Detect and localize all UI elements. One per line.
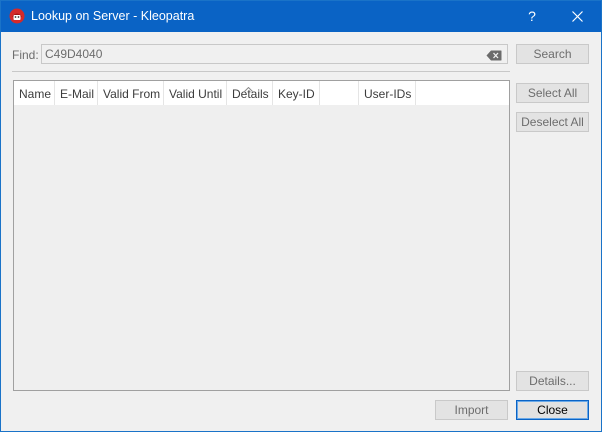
import-button[interactable]: Import (435, 400, 508, 420)
table-header: Name E-Mail Valid From Valid Until Detai… (14, 81, 509, 105)
column-header-user-ids[interactable]: User-IDs (359, 81, 416, 105)
results-table[interactable]: Name E-Mail Valid From Valid Until Detai… (13, 80, 510, 391)
clear-text-icon[interactable] (486, 48, 502, 66)
search-button[interactable]: Search (516, 44, 589, 64)
find-label: Find: (12, 48, 39, 62)
help-button[interactable]: ? (509, 1, 555, 32)
column-header-valid-until[interactable]: Valid Until (164, 81, 227, 105)
find-input[interactable]: C49D4040 (41, 44, 508, 64)
sort-indicator-icon (244, 81, 253, 95)
column-header-name[interactable]: Name (14, 81, 55, 105)
column-header-key-id[interactable]: Key-ID (273, 81, 320, 105)
window-close-button[interactable] (555, 1, 601, 32)
deselect-all-button[interactable]: Deselect All (516, 112, 589, 132)
details-button[interactable]: Details... (516, 371, 589, 391)
select-all-button[interactable]: Select All (516, 83, 589, 103)
kleopatra-app-icon (9, 8, 25, 24)
lookup-dialog: Lookup on Server - Kleopatra ? Find: C49… (0, 0, 602, 432)
separator-line (12, 71, 510, 72)
column-header-valid-from[interactable]: Valid From (98, 81, 164, 105)
window-title: Lookup on Server - Kleopatra (31, 9, 195, 23)
find-input-value: C49D4040 (45, 47, 103, 61)
close-button[interactable]: Close (516, 400, 589, 420)
column-header-email[interactable]: E-Mail (55, 81, 98, 105)
column-header-blank[interactable] (320, 81, 359, 105)
title-bar[interactable]: Lookup on Server - Kleopatra ? (1, 1, 601, 32)
close-icon (572, 11, 583, 22)
